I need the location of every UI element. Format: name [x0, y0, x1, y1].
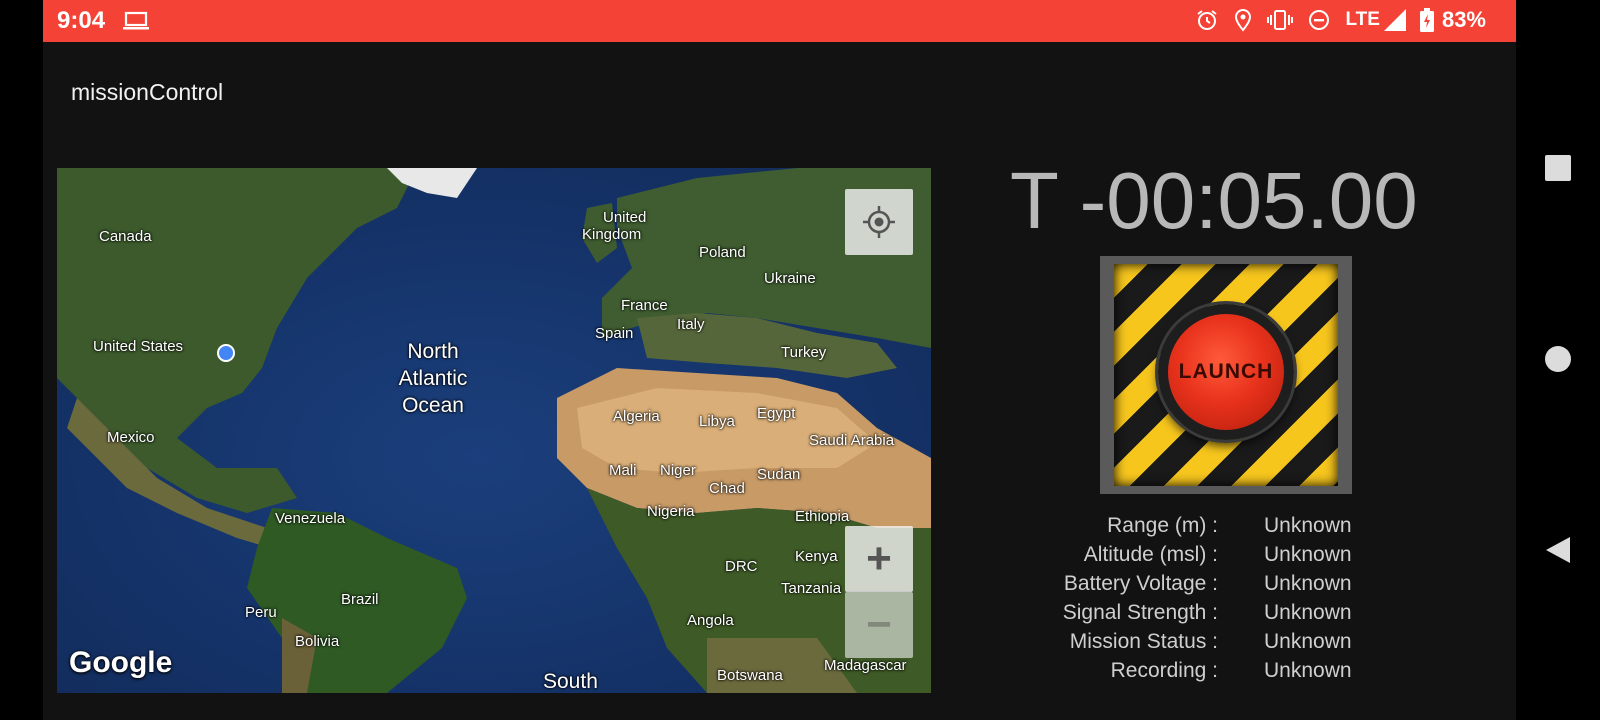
map-label-nigeria: Nigeria [647, 503, 695, 520]
back-triangle-icon [1546, 537, 1570, 563]
map-view[interactable]: Canada United States Mexico Venezuela Br… [57, 168, 931, 693]
stat-row-range: Range (m) : Unknown [1020, 514, 1360, 543]
map-label-angola: Angola [687, 612, 734, 629]
alarm-icon [1197, 10, 1218, 30]
stat-label: Altitude (msl) : [1083, 543, 1218, 566]
map-label-bolivia: Bolivia [295, 633, 340, 650]
stat-value: Unknown [1264, 659, 1352, 682]
dnd-icon [1309, 10, 1330, 30]
map-label-tanzania: Tanzania [781, 580, 842, 597]
vibrate-icon [1267, 10, 1294, 30]
map-label-uk-line2: Kingdom [582, 226, 642, 243]
recents-button[interactable] [1542, 152, 1574, 184]
map-label-mali: Mali [609, 462, 637, 479]
circle-icon [1545, 346, 1571, 372]
battery-icon [1419, 8, 1434, 32]
map-label-mexico: Mexico [107, 429, 155, 446]
map-label-kenya: Kenya [795, 548, 838, 565]
stat-value: Unknown [1264, 630, 1352, 653]
launch-button[interactable]: LAUNCH [1158, 304, 1294, 440]
map-label-madagascar: Madagascar [824, 657, 907, 674]
location-icon [1235, 8, 1252, 32]
zoom-in-icon: + [866, 533, 892, 583]
current-location-dot[interactable] [217, 344, 235, 362]
battery-percent: 83% [1441, 7, 1486, 32]
laptop-icon [123, 11, 149, 30]
map-label-venezuela: Venezuela [275, 510, 346, 527]
map-label-turkey: Turkey [781, 344, 827, 361]
launch-panel: LAUNCH [1100, 256, 1352, 494]
launch-button-label: LAUNCH [1178, 360, 1274, 383]
map-label-libya: Libya [699, 413, 735, 430]
stat-label: Battery Voltage : [1063, 572, 1218, 595]
my-location-icon [863, 206, 895, 238]
ocean-line1: North [407, 340, 459, 363]
map-label-algeria: Algeria [613, 408, 660, 425]
signal-icon [1383, 9, 1406, 31]
stat-value: Unknown [1264, 543, 1352, 566]
stat-row-mission-status: Mission Status : Unknown [1020, 630, 1360, 659]
hazard-stripes: LAUNCH [1114, 264, 1338, 486]
stat-value: Unknown [1264, 514, 1352, 537]
map-label-united-states: United States [93, 338, 184, 355]
map-label-ocean: North Atlantic Ocean [395, 338, 471, 419]
stat-row-signal-strength: Signal Strength : Unknown [1020, 601, 1360, 630]
map-label-ukraine: Ukraine [764, 270, 816, 287]
map-terrain [57, 168, 931, 693]
stat-label: Range (m) : [1107, 514, 1218, 537]
zoom-out-icon: − [866, 600, 892, 649]
zoom-out-button[interactable]: − [845, 592, 913, 658]
map-label-chad: Chad [709, 480, 745, 497]
ocean-line3: Ocean [402, 394, 464, 417]
map-label-sudan: Sudan [757, 466, 801, 483]
map-label-saudi-arabia: Saudi Arabia [809, 432, 895, 449]
map-label-brazil: Brazil [341, 591, 379, 608]
stat-value: Unknown [1264, 572, 1352, 595]
stat-row-altitude: Altitude (msl) : Unknown [1020, 543, 1360, 572]
map-label-france: France [621, 297, 668, 314]
stat-label: Mission Status : [1069, 630, 1218, 653]
stat-label: Signal Strength : [1062, 601, 1218, 624]
my-location-button[interactable] [845, 189, 913, 255]
map-label-canada: Canada [99, 228, 152, 245]
map-label-egypt: Egypt [757, 405, 796, 422]
back-button[interactable] [1542, 534, 1574, 566]
ocean-line2: Atlantic [398, 367, 468, 390]
map-label-poland: Poland [699, 244, 746, 261]
network-type: LTE [1345, 9, 1380, 30]
zoom-in-button[interactable]: + [845, 526, 913, 592]
map-label-italy: Italy [677, 316, 705, 333]
status-bar: 9:04 LTE 83% [43, 0, 1516, 42]
status-time: 9:04 [57, 7, 106, 34]
map-label-south: South [543, 670, 598, 693]
stat-label: Recording : [1110, 659, 1218, 682]
google-logo: Google [69, 646, 173, 679]
stat-value: Unknown [1264, 601, 1352, 624]
telemetry-stats: Range (m) : Unknown Altitude (msl) : Unk… [1020, 514, 1360, 688]
map-label-uk-line1: United [603, 209, 647, 226]
square-icon [1545, 155, 1571, 181]
countdown-timer: T -00:05.00 [1010, 156, 1418, 245]
home-button[interactable] [1542, 343, 1574, 375]
map-label-peru: Peru [245, 604, 277, 621]
navigation-bar [1516, 0, 1600, 720]
app-title: missionControl [71, 79, 224, 105]
map-label-ethiopia: Ethiopia [795, 508, 850, 525]
status-icons: LTE 83% [1195, 7, 1486, 33]
map-label-botswana: Botswana [717, 667, 783, 684]
map-label-niger: Niger [660, 462, 696, 479]
map-label-spain: Spain [595, 325, 634, 342]
stat-row-battery-voltage: Battery Voltage : Unknown [1020, 572, 1360, 601]
map-label-drc: DRC [725, 558, 758, 575]
stat-row-recording: Recording : Unknown [1020, 659, 1360, 688]
